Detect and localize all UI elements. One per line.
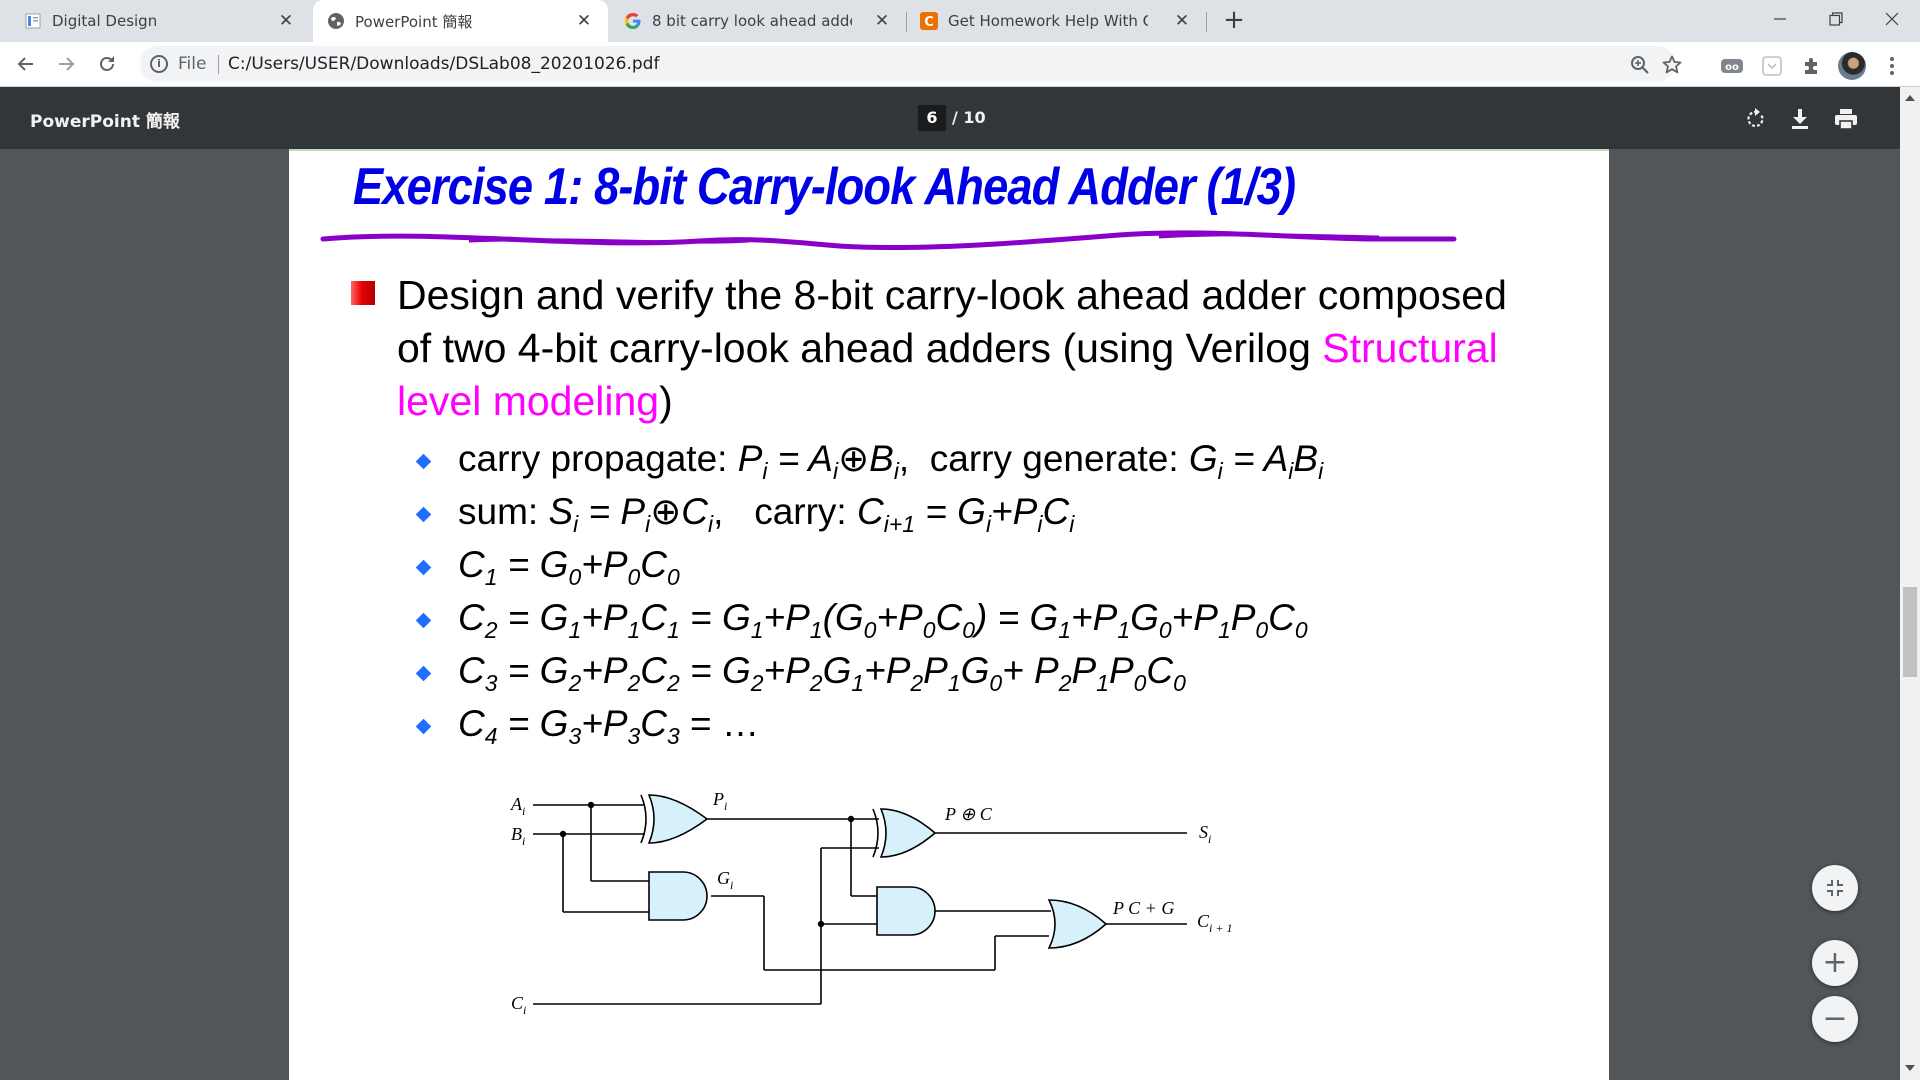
forward-arrow-icon [59,57,75,71]
main-paragraph: Design and verify the 8-bit carry-look a… [397,269,1517,428]
restore-button[interactable] [1808,0,1864,38]
minimize-button[interactable] [1752,0,1808,38]
browser-toolbar: i File C:/Users/USER/Downloads/DSLab08_2… [0,42,1920,87]
tab-title: 8 bit carry look ahead adder - Go [652,12,852,30]
back-arrow-icon [17,57,33,71]
label-c-input: Ci [511,993,526,1017]
pdf-viewport[interactable]: Exercise 1: 8-bit Carry-look Ahead Adder… [0,149,1900,1080]
tab-separator [1206,12,1207,32]
forward-button[interactable] [50,48,82,80]
profile-avatar[interactable] [1838,52,1866,80]
tab-chegg[interactable]: C Get Homework Help With Chegg ✕ [906,0,1206,42]
diamond-bullet-icon [415,612,432,629]
menu-icon[interactable] [1882,54,1902,78]
label-p-output: Pi [712,789,727,813]
extension-pocket-icon[interactable] [1760,54,1784,78]
address-bar[interactable]: i File C:/Users/USER/Downloads/DSLab08_2… [140,46,1682,82]
close-icon[interactable]: ✕ [574,11,594,31]
list-item: C3 = G2+P2C2 = G2+P2G1+P2P1G0+ P2P1P0C0 [414,644,1414,697]
info-icon[interactable]: i [150,55,168,73]
diamond-bullet-icon [415,506,432,523]
tab-title: Digital Design [52,12,158,30]
url-scheme: File [178,54,207,74]
fit-page-icon [1827,880,1843,896]
url-text[interactable]: C:/Users/USER/Downloads/DSLab08_20201026… [228,54,659,74]
page-total: / 10 [952,108,986,127]
plus-icon: + [1822,945,1848,980]
reload-icon [100,56,114,71]
zoom-out-button[interactable]: − [1812,996,1858,1042]
scroll-up-icon[interactable] [1905,95,1915,101]
close-icon[interactable]: ✕ [872,11,892,31]
pdf-title: PowerPoint 簡報 [30,112,180,132]
tab-google-search[interactable]: 8 bit carry look ahead adder - Go ✕ [610,0,906,42]
back-button[interactable] [10,48,42,80]
new-tab-button[interactable]: + [1220,7,1248,35]
carry-lookahead-circuit: Ai Bi Pi Gi P ⊕ C Si P C + G Ci + 1 Ci [510,789,1232,1017]
diamond-bullet-icon [415,453,432,470]
pdf-toolbar: PowerPoint 簡報 6 / 10 [0,87,1920,149]
zoom-in-button[interactable]: + [1812,940,1858,986]
diamond-bullet-icon [415,559,432,576]
tab-title: PowerPoint 簡報 [355,12,473,31]
chegg-icon: C [920,12,938,30]
diamond-bullet-icon [415,718,432,735]
rotate-icon[interactable] [1742,105,1770,133]
scroll-down-icon[interactable] [1905,1065,1915,1071]
list-item: sum: Si = Pi⊕Ci, carry: Ci+1 = Gi+PiCi [414,485,1414,538]
label-carry-out: Ci + 1 [1197,911,1232,935]
label-a-input: Ai [510,794,525,818]
download-icon[interactable] [1786,105,1814,133]
scrollbar[interactable] [1900,87,1920,1080]
svg-text:C: C [924,15,934,30]
page-top-border [289,149,1609,151]
close-icon[interactable]: ✕ [1172,11,1192,31]
main-text-end: ) [659,378,673,424]
tab-title: Get Homework Help With Chegg [948,12,1148,30]
close-window-button[interactable] [1864,0,1920,38]
svg-text:oo: oo [1725,62,1739,73]
restore-icon [1829,12,1843,26]
minus-icon: − [1822,1001,1848,1036]
label-xor-output: P ⊕ C [944,804,993,824]
label-sum: Si [1199,822,1211,846]
equation-list: carry propagate: Pi = Ai⊕Bi, carry gener… [414,432,1414,750]
google-icon [624,12,642,30]
label-g-output: Gi [717,868,733,892]
list-item: C2 = G1+P1C1 = G1+P1(G0+P0C0) = G1+P1G0+… [414,591,1414,644]
tab-digital-design[interactable]: Digital Design ✕ [10,0,310,42]
label-or-input: P C + G [1112,898,1174,918]
url-separator [218,55,219,74]
scroll-thumb[interactable] [1903,587,1917,677]
reload-button[interactable] [91,48,123,80]
minimize-icon [1774,18,1786,20]
list-item: C4 = G3+P3C3 = … [414,697,1414,750]
diamond-bullet-icon [415,665,432,682]
bullet-square [351,281,375,305]
puzzle-icon[interactable] [1800,54,1824,78]
document-icon [24,12,42,30]
star-icon[interactable] [1660,53,1684,77]
zoom-icon[interactable] [1628,53,1652,77]
fit-page-button[interactable] [1812,865,1858,911]
title-underline-stroke [320,230,1457,251]
tab-strip: Digital Design ✕ PowerPoint 簡報 ✕ 8 bit c… [0,0,1920,42]
globe-icon [327,12,345,30]
extension-cc-icon[interactable]: oo [1720,54,1744,78]
list-item: C1 = G0+P0C0 [414,538,1414,591]
tab-powerpoint[interactable]: PowerPoint 簡報 ✕ [313,0,608,42]
close-icon[interactable]: ✕ [276,11,296,31]
page-number-input[interactable]: 6 [918,105,946,131]
pdf-page: Exercise 1: 8-bit Carry-look Ahead Adder… [289,149,1609,1080]
list-item: carry propagate: Pi = Ai⊕Bi, carry gener… [414,432,1414,485]
close-window-icon [1885,12,1899,26]
print-icon[interactable] [1832,105,1860,133]
label-b-input: Bi [511,824,525,848]
slide-title: Exercise 1: 8-bit Carry-look Ahead Adder… [353,158,1296,216]
